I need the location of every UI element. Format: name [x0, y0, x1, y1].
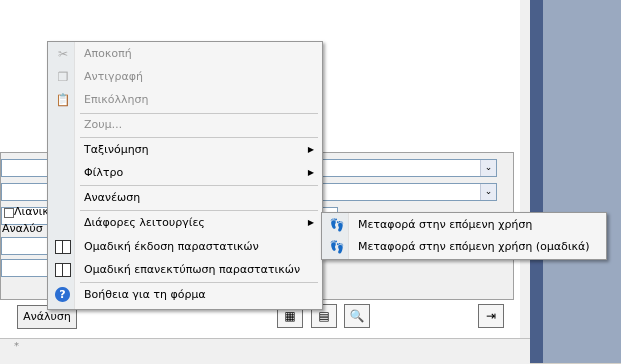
- paste-icon: 📋: [55, 93, 71, 107]
- menu-item-batch-reprint[interactable]: Ομαδική επανεκτύπωση παραστατικών: [50, 259, 320, 281]
- desktop-background: [543, 0, 621, 363]
- menu-item-cut[interactable]: ✂ Αποκοπή: [50, 43, 320, 65]
- menu-item-label: Αποκοπή: [84, 47, 132, 60]
- menu-item-batch-issue[interactable]: Ομαδική έκδοση παραστατικών: [50, 236, 320, 258]
- menu-item-refresh[interactable]: Ανανέωση: [50, 187, 320, 209]
- preview-tool-button[interactable]: 🔍: [344, 304, 370, 328]
- menu-item-label: Φίλτρο: [84, 166, 124, 179]
- menu-item-label: Διάφορες λειτουργίες: [84, 216, 205, 229]
- submenu-arrow-icon: ▶: [307, 218, 314, 227]
- menu-item-copy[interactable]: ❐ Αντιγραφή: [50, 66, 320, 88]
- menu-item-zoom[interactable]: Ζουμ...: [50, 114, 320, 136]
- window-border: [530, 0, 543, 363]
- misc-functions-submenu: 👣 Μεταφορά στην επόμενη χρήση 👣 Μεταφορά…: [321, 212, 607, 260]
- menu-item-label: Μεταφορά στην επόμενη χρήση: [358, 218, 533, 231]
- submenu-arrow-icon: ▶: [307, 145, 314, 154]
- analysis-label: Αναλύσ: [2, 222, 43, 235]
- filter-field-2[interactable]: [1, 259, 53, 277]
- menu-item-label: Ομαδική επανεκτύπωση παραστατικών: [84, 263, 301, 276]
- chevron-down-icon[interactable]: ⌄: [480, 160, 496, 176]
- menu-item-form-help[interactable]: ? Βοήθεια για τη φόρμα: [50, 284, 320, 306]
- status-bar: [0, 338, 530, 364]
- new-record-icon[interactable]: *: [14, 341, 19, 352]
- barcode-icon: ▦: [284, 309, 296, 323]
- filter-field-1[interactable]: [1, 237, 53, 255]
- submenu-item-transfer-next-year-batch[interactable]: 👣 Μεταφορά στην επόμενη χρήση (ομαδικά): [324, 236, 604, 258]
- exit-tool-button[interactable]: ⇥: [478, 304, 504, 328]
- menu-item-misc-functions[interactable]: Διάφορες λειτουργίες ▶: [50, 212, 320, 234]
- exit-door-icon: ⇥: [485, 309, 497, 323]
- menu-item-label: Αντιγραφή: [84, 70, 143, 83]
- menu-item-label: Βοήθεια για τη φόρμα: [84, 288, 206, 301]
- menu-item-paste[interactable]: 📋 Επικόλληση: [50, 89, 320, 111]
- book-icon: [55, 240, 71, 254]
- menu-item-sort[interactable]: Ταξινόμηση ▶: [50, 139, 320, 161]
- document-icon: ▤: [318, 309, 330, 323]
- menu-item-label: Ζουμ...: [84, 118, 123, 131]
- menu-item-label: Επικόλληση: [84, 93, 149, 106]
- menu-item-filter[interactable]: Φίλτρο ▶: [50, 162, 320, 184]
- menu-item-label: Ομαδική έκδοση παραστατικών: [84, 240, 259, 253]
- context-menu: ✂ Αποκοπή ❐ Αντιγραφή 📋 Επικόλληση Ζουμ.…: [47, 41, 323, 310]
- menu-separator: [80, 210, 318, 211]
- menu-separator: [80, 185, 318, 186]
- footprints-icon: 👣: [329, 240, 345, 254]
- menu-item-label: Ταξινόμηση: [84, 143, 149, 156]
- scissors-icon: ✂: [57, 47, 69, 61]
- submenu-item-transfer-next-year[interactable]: 👣 Μεταφορά στην επόμενη χρήση: [324, 214, 604, 236]
- menu-item-label: Ανανέωση: [84, 191, 141, 204]
- retail-checkbox[interactable]: [4, 208, 14, 218]
- retail-label: Λιανικ: [14, 205, 49, 218]
- book-icon: [55, 263, 71, 277]
- chevron-down-icon[interactable]: ⌄: [480, 184, 496, 200]
- print-preview-icon: 🔍: [349, 309, 365, 323]
- menu-item-label: Μεταφορά στην επόμενη χρήση (ομαδικά): [358, 240, 590, 253]
- copy-icon: ❐: [57, 70, 69, 84]
- footprints-icon: 👣: [329, 218, 345, 232]
- help-icon: ?: [55, 287, 70, 302]
- menu-separator: [80, 137, 318, 138]
- submenu-arrow-icon: ▶: [307, 168, 314, 177]
- menu-separator: [80, 282, 318, 283]
